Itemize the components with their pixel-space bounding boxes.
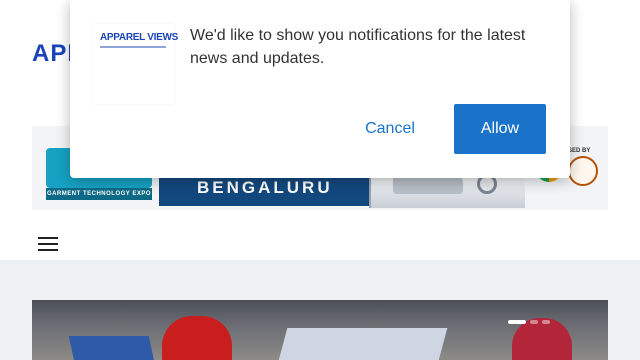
gte-logo-subtitle: GARMENT TECHNOLOGY EXPO [46,188,152,200]
notification-logo-text: APPAREL VIEWS [100,32,178,43]
organizer-label: SED BY [568,148,591,154]
slider-dot[interactable] [530,320,538,324]
menu-line [38,237,58,239]
main-content [0,260,640,360]
partner-seal-icon [568,156,598,186]
slider-dot-active[interactable] [508,320,526,324]
cancel-button[interactable]: Cancel [348,104,432,154]
slider-dot[interactable] [542,320,550,324]
nav-bar [0,224,640,260]
slider-dots [508,320,550,324]
hamburger-menu-icon[interactable] [38,237,58,251]
hero-worker [162,316,232,360]
menu-line [38,249,58,251]
hero-slider-image[interactable] [32,300,608,360]
notification-logo-underline [100,46,166,48]
hero-fabric-blue [68,336,156,360]
hero-fabric [276,328,448,360]
allow-button[interactable]: Allow [454,104,546,154]
notification-permission-popup: APPAREL VIEWS We'd like to show you noti… [70,0,570,178]
menu-line [38,243,58,245]
hero-worker [512,318,572,360]
notification-logo: APPAREL VIEWS [94,24,178,104]
notification-message: We'd like to show you notifications for … [190,27,526,67]
